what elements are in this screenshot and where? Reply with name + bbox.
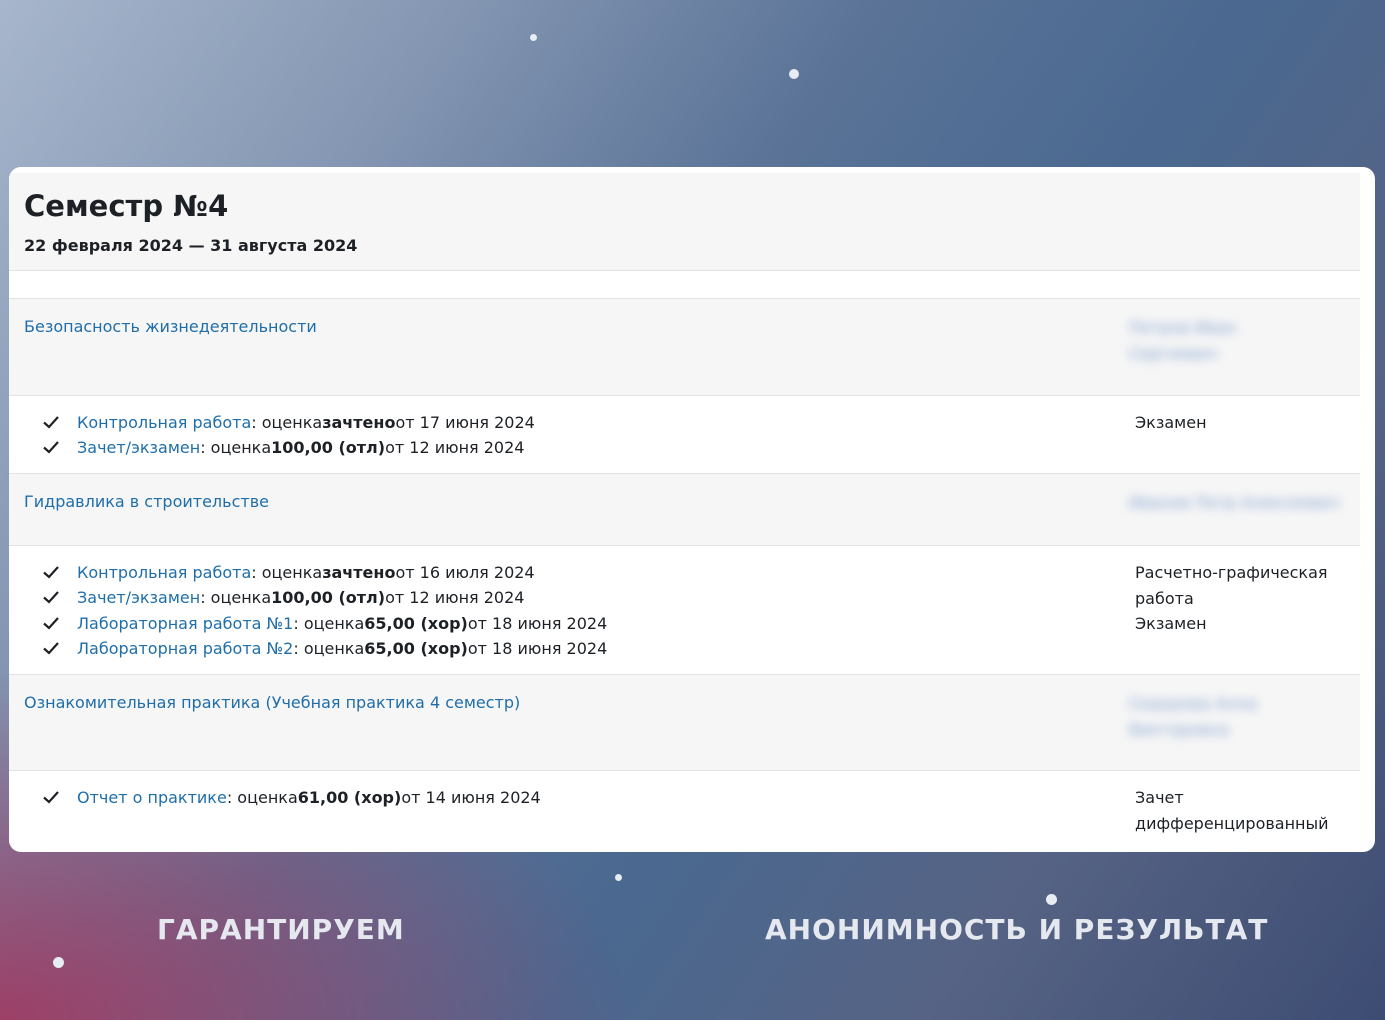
check-icon xyxy=(43,441,59,454)
list-item: Отчет о практике : оценка 61,00 (хор) от… xyxy=(41,785,541,809)
control-type-line: работа xyxy=(1135,588,1194,608)
control-type-line: дифференцированный xyxy=(1135,813,1329,833)
assignment-link[interactable]: Отчет о практике xyxy=(77,788,227,807)
list-item: Зачет/экзамен : оценка 100,00 (отл) от 1… xyxy=(41,585,524,609)
course-items-bzhd: Контрольная работа : оценка зачтено от 1… xyxy=(9,396,1360,474)
decor-dot xyxy=(530,34,537,41)
slogan-right: АНОНИМНОСТЬ И РЕЗУЛЬТАТ xyxy=(765,913,1269,946)
slogan-left: ГАРАНТИРУЕМ xyxy=(157,913,405,946)
course-row-practice: Ознакомительная практика (Учебная практи… xyxy=(9,675,1360,771)
decor-dot xyxy=(615,874,622,881)
semester-dates: 22 февраля 2024 — 31 августа 2024 xyxy=(24,236,358,255)
grade-prefix: : оценка xyxy=(293,638,365,658)
teacher-name-blurred: Сидорова Анна Викторовна xyxy=(1129,694,1258,739)
grade-prefix: : оценка xyxy=(251,412,323,432)
grade-date: от 12 июня 2024 xyxy=(385,587,525,607)
check-icon xyxy=(43,791,59,804)
grade-prefix: : оценка xyxy=(293,613,365,633)
control-type-line: Расчетно-графическая xyxy=(1135,563,1328,582)
grade-date: от 18 июня 2024 xyxy=(467,638,608,658)
grade-date: от 12 июня 2024 xyxy=(385,437,525,457)
control-type-line: Экзамен xyxy=(1135,614,1207,633)
course-items-hydraulics: Контрольная работа : оценка зачтено от 1… xyxy=(9,546,1360,675)
spacer-row xyxy=(9,271,1360,299)
course-link-practice[interactable]: Ознакомительная практика (Учебная практи… xyxy=(24,693,520,712)
assignment-link[interactable]: Зачет/экзамен xyxy=(77,588,200,607)
grade-date: от 18 июня 2024 xyxy=(467,613,608,633)
grade-value: 61,00 (хор) xyxy=(297,787,402,807)
course-items-practice: Отчет о практике : оценка 61,00 (хор) от… xyxy=(9,771,1360,851)
assignment-link[interactable]: Контрольная работа xyxy=(77,563,251,582)
course-link-hydraulics[interactable]: Гидравлика в строительстве xyxy=(24,492,269,511)
control-type: Расчетно-графическая работа Экзамен xyxy=(1135,560,1335,637)
check-icon xyxy=(43,416,59,429)
assignment-link[interactable]: Лабораторная работа №1 xyxy=(77,614,293,633)
check-icon xyxy=(43,642,59,655)
grade-value: 65,00 (хор) xyxy=(364,613,468,633)
semester-header: Семестр №4 22 февраля 2024 — 31 августа … xyxy=(9,173,1360,271)
list-item: Зачет/экзамен : оценка 100,00 (отл) от 1… xyxy=(41,435,524,459)
semester-table: Семестр №4 22 февраля 2024 — 31 августа … xyxy=(9,173,1360,851)
list-item: Лабораторная работа №1 : оценка 65,00 (х… xyxy=(41,611,607,635)
course-row-bzhd: Безопасность жизнедеятельности Петров Ив… xyxy=(9,299,1360,396)
grade-prefix: : оценка xyxy=(200,437,272,457)
grade-value: зачтено xyxy=(322,412,396,432)
list-item: Контрольная работа : оценка зачтено от 1… xyxy=(41,560,535,584)
control-type: Экзамен xyxy=(1135,413,1207,432)
grade-prefix: : оценка xyxy=(251,562,323,582)
assignment-link[interactable]: Зачет/экзамен xyxy=(77,438,200,457)
semester-title: Семестр №4 xyxy=(24,189,229,223)
assignment-link[interactable]: Лабораторная работа №2 xyxy=(77,639,293,658)
course-link-bzhd[interactable]: Безопасность жизнедеятельности xyxy=(24,317,317,336)
check-icon xyxy=(43,591,59,604)
control-type-line: Зачет xyxy=(1135,788,1184,807)
grade-value: 65,00 (хор) xyxy=(364,638,468,658)
list-item: Контрольная работа : оценка зачтено от 1… xyxy=(41,410,535,434)
teacher-name-blurred: Петров Иван Сергеевич xyxy=(1129,318,1237,363)
decor-dot xyxy=(1046,894,1057,905)
grade-date: от 14 июня 2024 xyxy=(401,787,541,807)
list-item: Лабораторная работа №2 : оценка 65,00 (х… xyxy=(41,636,607,660)
grade-prefix: : оценка xyxy=(200,587,272,607)
control-type: Зачет дифференцированный xyxy=(1135,785,1335,836)
grade-prefix: : оценка xyxy=(226,787,298,807)
grades-card: Семестр №4 22 февраля 2024 — 31 августа … xyxy=(9,167,1375,852)
decor-dot xyxy=(789,69,799,79)
grade-value: 100,00 (отл) xyxy=(271,437,386,457)
course-row-hydraulics: Гидравлика в строительстве Иванов Петр А… xyxy=(9,474,1360,546)
assignment-link[interactable]: Контрольная работа xyxy=(77,413,251,432)
grade-value: зачтено xyxy=(322,562,396,582)
decor-dot xyxy=(53,957,64,968)
grade-date: от 16 июля 2024 xyxy=(395,562,535,582)
check-icon xyxy=(43,566,59,579)
check-icon xyxy=(43,617,59,630)
grade-date: от 17 июня 2024 xyxy=(395,412,535,432)
teacher-name-blurred: Иванов Петр Алексеевич xyxy=(1129,493,1340,512)
grade-value: 100,00 (отл) xyxy=(271,587,386,607)
